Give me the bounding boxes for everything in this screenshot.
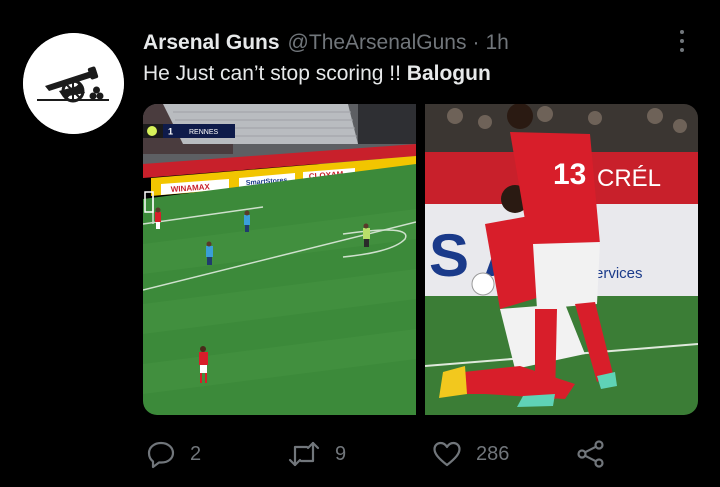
timestamp[interactable]: 1h [485, 31, 508, 55]
display-name[interactable]: Arsenal Guns [143, 31, 280, 55]
tweet-text-body: He Just can’t stop scoring !! [143, 62, 407, 85]
more-options-icon[interactable] [672, 28, 692, 54]
media-image-left[interactable]: WINAMAX SmartStores CLOXAM 1 RENNES [143, 104, 417, 415]
tweet-text-bold[interactable]: Balogun [407, 62, 491, 85]
football-pitch-image: WINAMAX SmartStores CLOXAM 1 RENNES [143, 104, 417, 415]
player-number: 13 [553, 158, 586, 191]
media-image-right[interactable]: CRÉL S AL Services P 13 [424, 104, 698, 415]
board-top-text: CRÉL [597, 165, 661, 192]
tweet-header: Arsenal Guns @TheArsenalGuns · 1h [143, 29, 509, 57]
reply-icon [147, 441, 175, 469]
share-icon [577, 440, 604, 468]
reply-button[interactable]: 2 [146, 437, 201, 471]
tweet-text: He Just can’t stop scoring !! Balogun [143, 62, 491, 86]
cannon-icon [23, 33, 124, 134]
avatar[interactable] [23, 33, 124, 134]
retweet-icon [288, 441, 320, 467]
retweet-button[interactable]: 9 [287, 437, 346, 471]
media-grid: WINAMAX SmartStores CLOXAM 1 RENNES CRÉL… [143, 104, 698, 415]
score-value: 1 [168, 127, 173, 137]
heart-icon [433, 441, 461, 467]
like-count: 286 [476, 442, 510, 465]
action-bar: 2 9 286 [0, 437, 720, 471]
retweet-count: 9 [335, 442, 347, 465]
score-team: RENNES [189, 129, 219, 136]
like-button[interactable]: 286 [432, 437, 509, 471]
share-button[interactable] [576, 437, 606, 471]
reply-count: 2 [190, 442, 202, 465]
separator: · [472, 31, 480, 54]
user-handle[interactable]: @TheArsenalGuns [288, 31, 467, 55]
celebration-image: CRÉL S AL Services P 13 [424, 104, 698, 415]
